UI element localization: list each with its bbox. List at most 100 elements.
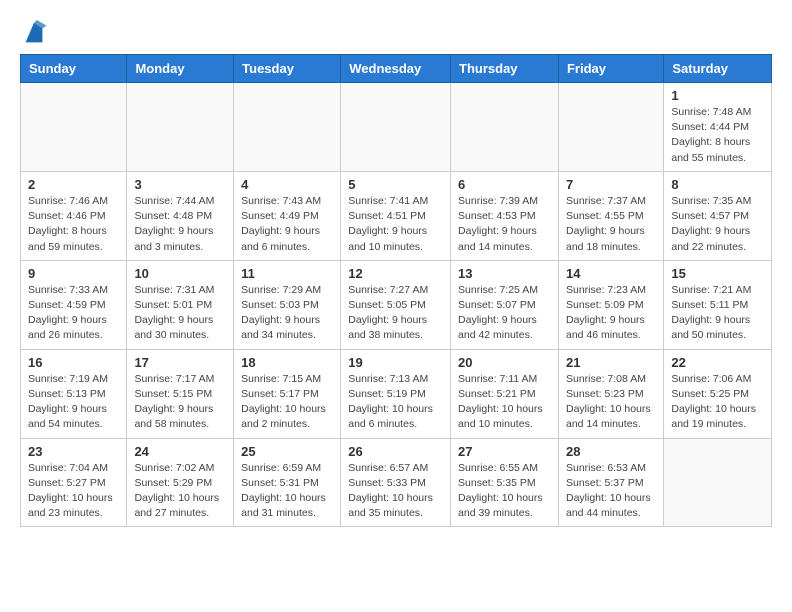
header-day-thursday: Thursday — [451, 55, 559, 83]
day-cell — [451, 83, 559, 172]
day-number: 19 — [348, 355, 443, 370]
day-number: 17 — [134, 355, 226, 370]
day-number: 9 — [28, 266, 119, 281]
logo — [20, 20, 50, 48]
day-info: Sunrise: 7:31 AM Sunset: 5:01 PM Dayligh… — [134, 283, 226, 344]
day-cell: 15 Sunrise: 7:21 AM Sunset: 5:11 PM Dayli… — [664, 260, 772, 349]
calendar-body: 1 Sunrise: 7:48 AM Sunset: 4:44 PM Daylig… — [21, 83, 772, 527]
day-cell: 19 Sunrise: 7:13 AM Sunset: 5:19 PM Dayli… — [341, 349, 451, 438]
header-day-friday: Friday — [558, 55, 663, 83]
day-info: Sunrise: 7:35 AM Sunset: 4:57 PM Dayligh… — [671, 194, 764, 255]
day-info: Sunrise: 7:48 AM Sunset: 4:44 PM Dayligh… — [671, 105, 764, 166]
day-cell: 18 Sunrise: 7:15 AM Sunset: 5:17 PM Dayli… — [234, 349, 341, 438]
day-number: 10 — [134, 266, 226, 281]
day-info: Sunrise: 7:13 AM Sunset: 5:19 PM Dayligh… — [348, 372, 443, 433]
calendar-header: SundayMondayTuesdayWednesdayThursdayFrid… — [21, 55, 772, 83]
day-info: Sunrise: 7:39 AM Sunset: 4:53 PM Dayligh… — [458, 194, 551, 255]
day-number: 12 — [348, 266, 443, 281]
logo-icon — [20, 20, 48, 48]
day-number: 1 — [671, 88, 764, 103]
page: SundayMondayTuesdayWednesdayThursdayFrid… — [0, 0, 792, 537]
day-number: 23 — [28, 444, 119, 459]
day-cell: 6 Sunrise: 7:39 AM Sunset: 4:53 PM Daylig… — [451, 171, 559, 260]
day-cell: 27 Sunrise: 6:55 AM Sunset: 5:35 PM Dayli… — [451, 438, 559, 527]
day-number: 18 — [241, 355, 333, 370]
day-info: Sunrise: 7:15 AM Sunset: 5:17 PM Dayligh… — [241, 372, 333, 433]
day-number: 3 — [134, 177, 226, 192]
day-cell: 8 Sunrise: 7:35 AM Sunset: 4:57 PM Daylig… — [664, 171, 772, 260]
day-number: 26 — [348, 444, 443, 459]
day-cell: 16 Sunrise: 7:19 AM Sunset: 5:13 PM Dayli… — [21, 349, 127, 438]
day-number: 11 — [241, 266, 333, 281]
calendar: SundayMondayTuesdayWednesdayThursdayFrid… — [20, 54, 772, 527]
header-day-saturday: Saturday — [664, 55, 772, 83]
day-cell: 25Sunrise: 6:59 AM Sunset: 5:31 PM Dayli… — [234, 438, 341, 527]
day-cell — [127, 83, 234, 172]
day-number: 13 — [458, 266, 551, 281]
day-cell: 5 Sunrise: 7:41 AM Sunset: 4:51 PM Daylig… — [341, 171, 451, 260]
day-number: 7 — [566, 177, 656, 192]
day-cell: 4Sunrise: 7:43 AM Sunset: 4:49 PM Daylig… — [234, 171, 341, 260]
day-cell: 12 Sunrise: 7:27 AM Sunset: 5:05 PM Dayli… — [341, 260, 451, 349]
week-row-5: 23 Sunrise: 7:04 AM Sunset: 5:27 PM Dayli… — [21, 438, 772, 527]
day-cell: 21 Sunrise: 7:08 AM Sunset: 5:23 PM Dayli… — [558, 349, 663, 438]
day-cell — [664, 438, 772, 527]
day-number: 5 — [348, 177, 443, 192]
day-info: Sunrise: 7:04 AM Sunset: 5:27 PM Dayligh… — [28, 461, 119, 522]
day-cell — [234, 83, 341, 172]
day-info: Sunrise: 7:23 AM Sunset: 5:09 PM Dayligh… — [566, 283, 656, 344]
day-number: 20 — [458, 355, 551, 370]
day-info: Sunrise: 7:43 AM Sunset: 4:49 PM Dayligh… — [241, 194, 333, 255]
header-day-sunday: Sunday — [21, 55, 127, 83]
day-info: Sunrise: 7:44 AM Sunset: 4:48 PM Dayligh… — [134, 194, 226, 255]
day-cell — [21, 83, 127, 172]
day-info: Sunrise: 7:46 AM Sunset: 4:46 PM Dayligh… — [28, 194, 119, 255]
header-day-tuesday: Tuesday — [234, 55, 341, 83]
day-number: 15 — [671, 266, 764, 281]
day-number: 8 — [671, 177, 764, 192]
day-info: Sunrise: 7:41 AM Sunset: 4:51 PM Dayligh… — [348, 194, 443, 255]
day-info: Sunrise: 6:59 AM Sunset: 5:31 PM Dayligh… — [241, 461, 333, 522]
day-number: 14 — [566, 266, 656, 281]
day-info: Sunrise: 7:37 AM Sunset: 4:55 PM Dayligh… — [566, 194, 656, 255]
day-info: Sunrise: 7:02 AM Sunset: 5:29 PM Dayligh… — [134, 461, 226, 522]
day-cell: 20 Sunrise: 7:11 AM Sunset: 5:21 PM Dayli… — [451, 349, 559, 438]
week-row-3: 9 Sunrise: 7:33 AM Sunset: 4:59 PM Daylig… — [21, 260, 772, 349]
day-cell: 26Sunrise: 6:57 AM Sunset: 5:33 PM Dayli… — [341, 438, 451, 527]
day-number: 2 — [28, 177, 119, 192]
day-info: Sunrise: 7:08 AM Sunset: 5:23 PM Dayligh… — [566, 372, 656, 433]
day-info: Sunrise: 6:55 AM Sunset: 5:35 PM Dayligh… — [458, 461, 551, 522]
day-number: 21 — [566, 355, 656, 370]
day-cell: 10 Sunrise: 7:31 AM Sunset: 5:01 PM Dayli… — [127, 260, 234, 349]
day-cell: 23 Sunrise: 7:04 AM Sunset: 5:27 PM Dayli… — [21, 438, 127, 527]
day-info: Sunrise: 7:33 AM Sunset: 4:59 PM Dayligh… — [28, 283, 119, 344]
day-number: 28 — [566, 444, 656, 459]
day-cell: 2 Sunrise: 7:46 AM Sunset: 4:46 PM Daylig… — [21, 171, 127, 260]
day-number: 24 — [134, 444, 226, 459]
day-cell: 9 Sunrise: 7:33 AM Sunset: 4:59 PM Daylig… — [21, 260, 127, 349]
day-cell: 7 Sunrise: 7:37 AM Sunset: 4:55 PM Daylig… — [558, 171, 663, 260]
day-info: Sunrise: 7:21 AM Sunset: 5:11 PM Dayligh… — [671, 283, 764, 344]
header — [20, 16, 772, 48]
day-info: Sunrise: 7:17 AM Sunset: 5:15 PM Dayligh… — [134, 372, 226, 433]
day-number: 27 — [458, 444, 551, 459]
day-info: Sunrise: 7:27 AM Sunset: 5:05 PM Dayligh… — [348, 283, 443, 344]
day-info: Sunrise: 7:25 AM Sunset: 5:07 PM Dayligh… — [458, 283, 551, 344]
day-cell: 28 Sunrise: 6:53 AM Sunset: 5:37 PM Dayli… — [558, 438, 663, 527]
day-cell: 14 Sunrise: 7:23 AM Sunset: 5:09 PM Dayli… — [558, 260, 663, 349]
day-info: Sunrise: 7:06 AM Sunset: 5:25 PM Dayligh… — [671, 372, 764, 433]
day-cell: 1 Sunrise: 7:48 AM Sunset: 4:44 PM Daylig… — [664, 83, 772, 172]
day-cell — [341, 83, 451, 172]
day-cell: 11 Sunrise: 7:29 AM Sunset: 5:03 PM Dayli… — [234, 260, 341, 349]
day-info: Sunrise: 6:53 AM Sunset: 5:37 PM Dayligh… — [566, 461, 656, 522]
day-info: Sunrise: 7:11 AM Sunset: 5:21 PM Dayligh… — [458, 372, 551, 433]
day-cell: 24 Sunrise: 7:02 AM Sunset: 5:29 PM Dayli… — [127, 438, 234, 527]
day-info: Sunrise: 7:29 AM Sunset: 5:03 PM Dayligh… — [241, 283, 333, 344]
day-info: Sunrise: 7:19 AM Sunset: 5:13 PM Dayligh… — [28, 372, 119, 433]
day-cell: 13 Sunrise: 7:25 AM Sunset: 5:07 PM Dayli… — [451, 260, 559, 349]
header-day-wednesday: Wednesday — [341, 55, 451, 83]
day-number: 6 — [458, 177, 551, 192]
day-number: 16 — [28, 355, 119, 370]
week-row-2: 2 Sunrise: 7:46 AM Sunset: 4:46 PM Daylig… — [21, 171, 772, 260]
week-row-1: 1 Sunrise: 7:48 AM Sunset: 4:44 PM Daylig… — [21, 83, 772, 172]
